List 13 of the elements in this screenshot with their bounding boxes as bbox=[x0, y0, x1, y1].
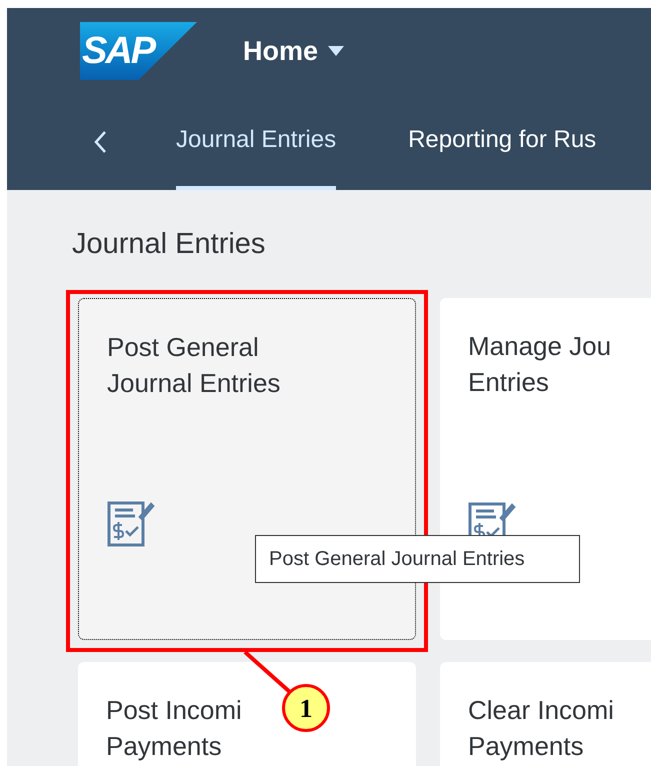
tile-title: Clear Incomi Payments bbox=[468, 694, 614, 763]
logo[interactable]: SAP bbox=[80, 22, 197, 80]
home-menu-button[interactable]: Home bbox=[243, 30, 344, 72]
tooltip: Post General Journal Entries bbox=[255, 535, 580, 583]
leader-line bbox=[243, 650, 293, 695]
section-title: Journal Entries bbox=[72, 227, 266, 262]
app-tile[interactable]: Clear Incomi Payments bbox=[440, 662, 651, 766]
tile-title: Post Incomi Payments bbox=[106, 694, 242, 763]
back-chevron-icon bbox=[93, 130, 107, 154]
tile-title: Manage Jou Entries bbox=[468, 330, 612, 399]
nav-tab[interactable]: Reporting for Rus bbox=[408, 94, 596, 190]
tile-title: Post General Journal Entries bbox=[107, 331, 280, 400]
dropdown-caret-icon bbox=[328, 46, 344, 56]
